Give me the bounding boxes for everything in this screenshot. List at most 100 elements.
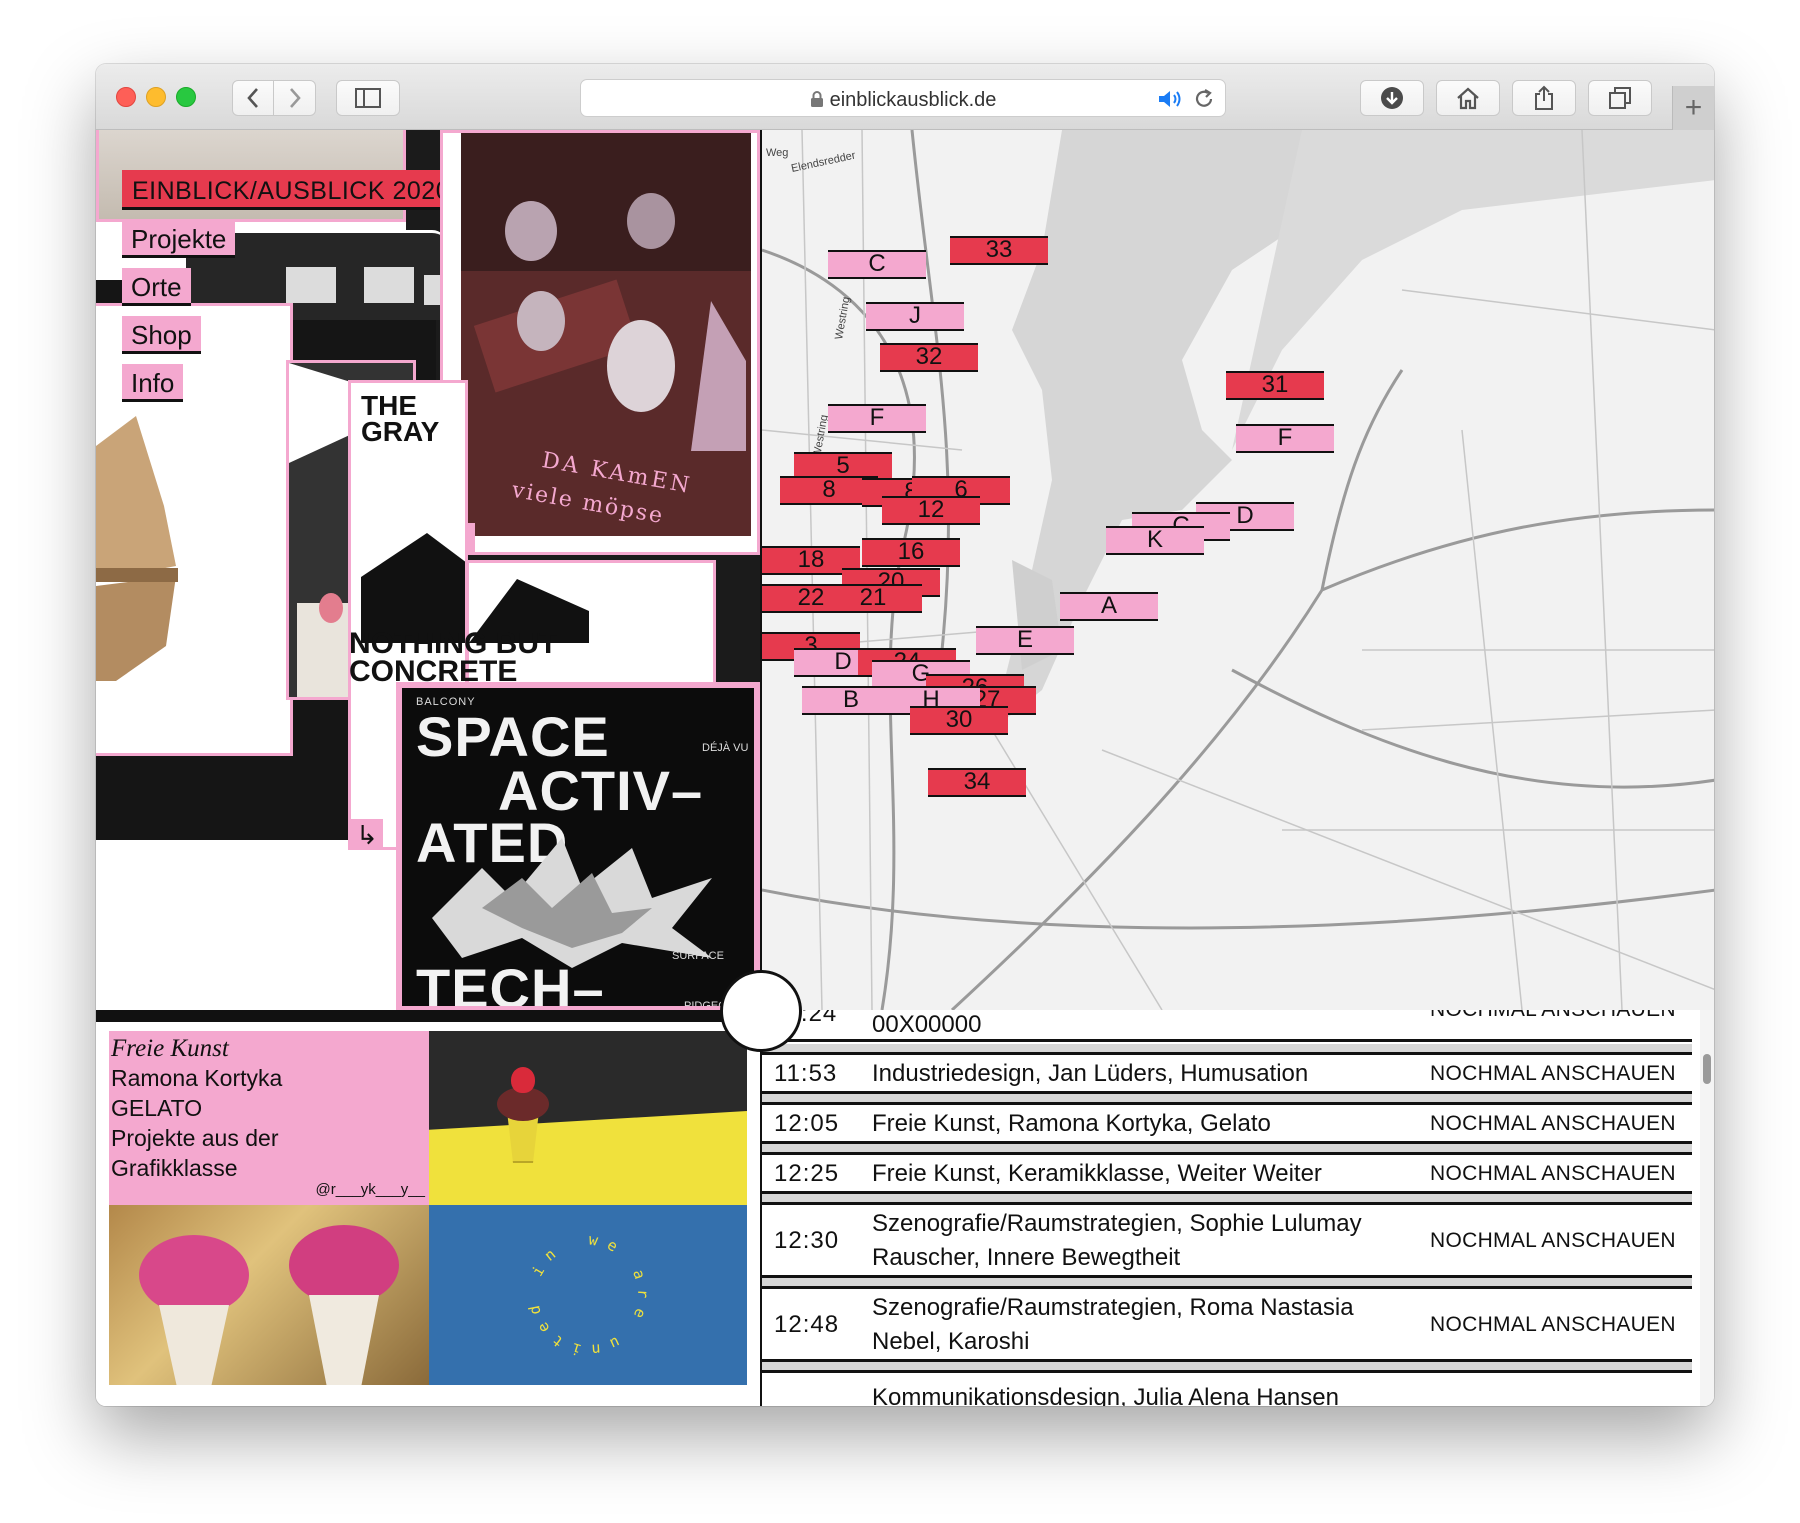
schedule-row[interactable]: 12:05 Freie Kunst, Ramona Kortyka, Gelat… — [762, 1102, 1692, 1144]
home-icon — [1457, 87, 1479, 110]
poster-figures-illustration — [505, 193, 746, 451]
poster-spiky-sculpture — [432, 838, 712, 968]
poster-space-line1: SPACE — [416, 705, 610, 768]
watch-again-link[interactable]: NOCHMAL ANSCHAUEN — [1430, 1313, 1676, 1337]
schedule-row[interactable]: 12:25 Freie Kunst, Keramikklasse, Weiter… — [762, 1152, 1692, 1194]
watch-again-link[interactable]: NOCHMAL ANSCHAUEN — [1430, 1229, 1676, 1253]
schedule-time: 11:53 — [774, 1060, 838, 1087]
map-marker-c[interactable]: C — [828, 250, 926, 279]
downloads-button[interactable] — [1360, 80, 1424, 116]
feature-category: Freie Kunst — [111, 1035, 229, 1062]
map-marker-a[interactable]: A — [1060, 592, 1158, 621]
schedule-time: 12:30 — [774, 1227, 840, 1254]
schedule-list: 11:24 00X00000 NOCHMAL ANSCHAUEN 11:53 I… — [760, 1010, 1700, 1406]
circle-text-graphic: we are united in ice — [420, 1191, 652, 1359]
map-marker-33[interactable]: 33 — [950, 236, 1048, 265]
feature-photo-icecream-pink — [109, 1205, 429, 1385]
share-button[interactable] — [1512, 80, 1576, 116]
map-marker-k[interactable]: K — [1106, 526, 1204, 555]
map-marker-21[interactable]: 21 — [824, 584, 922, 613]
new-tab-button[interactable]: + — [1672, 86, 1714, 130]
browser-toolbar: einblickausblick.de + — [96, 64, 1714, 130]
schedule-title: Freie Kunst, Keramikklasse, Weiter Weite… — [872, 1160, 1322, 1187]
feature-photo-icecream-yellow — [429, 1031, 747, 1205]
feature-subtitle-2: Grafikklasse — [111, 1155, 238, 1181]
map-marker-j[interactable]: J — [866, 302, 964, 331]
maximize-window-button[interactable] — [176, 87, 196, 107]
new-tab-icon: + — [1684, 91, 1703, 124]
url-label: einblickausblick.de — [829, 89, 997, 111]
watch-again-link[interactable]: NOCHMAL ANSCHAUEN — [1430, 1062, 1676, 1086]
reload-icon[interactable] — [1193, 88, 1215, 115]
project-collage: EINBLICK/AUSBLICK 2020 Projekte Orte Sho… — [96, 130, 760, 1010]
sidebar-button[interactable] — [336, 80, 400, 116]
schedule-scrollbar[interactable] — [1700, 1010, 1714, 1406]
map-marker-f[interactable]: F — [828, 404, 926, 433]
address-text[interactable]: einblickausblick.de — [581, 89, 1225, 114]
share-icon — [1535, 85, 1553, 110]
address-bar[interactable]: einblickausblick.de — [580, 79, 1226, 117]
feature-handle: @r___yk___y__ — [315, 1181, 425, 1198]
schedule-title: 00X00000 — [872, 1011, 982, 1038]
site-title[interactable]: EINBLICK/AUSBLICK 2020 — [122, 170, 461, 210]
sidebar-icon — [355, 88, 381, 108]
map-marker-32[interactable]: 32 — [880, 343, 978, 372]
close-window-button[interactable] — [116, 87, 136, 107]
map-marker-34[interactable]: 34 — [928, 768, 1026, 797]
forward-button[interactable] — [274, 80, 316, 116]
poster-space-line4: TECH– — [416, 957, 605, 1010]
poster-tag-dejavu: DÉJÀ VU — [702, 742, 749, 754]
split-handle[interactable] — [720, 970, 802, 1052]
map-marker-31[interactable]: 31 — [1226, 371, 1324, 400]
schedule-row[interactable]: 12:48 Szenografie/Raumstrategien, Roma N… — [762, 1286, 1692, 1362]
watch-again-link[interactable]: NOCHMAL ANSCHAUEN — [1430, 1162, 1676, 1186]
schedule-row[interactable]: 11:53 Industriedesign, Jan Lüders, Humus… — [762, 1052, 1692, 1094]
page-content: EINBLICK/AUSBLICK 2020 Projekte Orte Sho… — [96, 130, 1714, 1406]
schedule-row-partial[interactable]: Kommunikationsdesign, Julia Alena Hansen — [762, 1370, 1692, 1406]
circle-text: we are united in ice — [420, 1191, 643, 1359]
schedule-title: Kommunikationsdesign, Julia Alena Hansen — [872, 1384, 1339, 1406]
schedule-row[interactable]: 12:30 Szenografie/Raumstrategien, Sophie… — [762, 1202, 1692, 1278]
forward-icon — [289, 88, 301, 108]
feature-subtitle-1: Projekte aus der — [111, 1125, 279, 1151]
poster-space-line2: ACTIV– — [498, 759, 704, 822]
map-marker-e[interactable]: E — [976, 626, 1074, 655]
project-card-space-activated[interactable]: BALCONY DÉJÀ VU SPACE ACTIV– ATED SURFAC… — [396, 682, 760, 1010]
back-button[interactable] — [232, 80, 274, 116]
svg-text:we are united in ice: we are united in ice — [429, 1205, 652, 1359]
watch-again-link[interactable]: NOCHMAL ANSCHAUEN — [1430, 1112, 1676, 1136]
featured-project[interactable]: Freie Kunst Ramona Kortyka GELATO Projek… — [96, 1010, 760, 1406]
download-icon — [1381, 87, 1403, 109]
open-arrow-icon[interactable]: ↳ — [351, 819, 383, 847]
schedule-time: 12:25 — [774, 1160, 840, 1187]
browser-window: einblickausblick.de + EINBLICK/AUSBLICK … — [96, 64, 1714, 1406]
schedule-row-partial[interactable]: 11:24 00X00000 NOCHMAL ANSCHAUEN — [762, 1010, 1692, 1042]
map-marker-16[interactable]: 16 — [862, 538, 960, 567]
map-marker-30[interactable]: 30 — [910, 706, 1008, 735]
nav-projekte[interactable]: Projekte — [122, 220, 236, 258]
tabs-button[interactable] — [1588, 80, 1652, 116]
minimize-window-button[interactable] — [146, 87, 166, 107]
map-street-label: Weg — [766, 147, 788, 159]
map-marker-f[interactable]: F — [1236, 424, 1334, 453]
nav-orte[interactable]: Orte — [122, 268, 191, 306]
tabs-icon — [1609, 87, 1631, 109]
poster-tag-surface: SURFACE — [672, 950, 724, 962]
nav-info[interactable]: Info — [122, 364, 184, 402]
scrollbar-thumb[interactable] — [1703, 1054, 1711, 1084]
back-icon — [247, 88, 258, 108]
home-button[interactable] — [1436, 80, 1500, 116]
feature-work: GELATO — [111, 1095, 203, 1121]
map-marker-12[interactable]: 12 — [882, 496, 980, 525]
locations-map[interactable]: Elendsredder Westring Westring Weg 33 C J 3… — [760, 130, 1714, 1010]
feature-info-panel: Freie Kunst Ramona Kortyka GELATO Projek… — [109, 1031, 429, 1205]
nav-shop[interactable]: Shop — [122, 316, 201, 354]
feature-artist: Ramona Kortyka — [111, 1065, 283, 1091]
speaker-icon[interactable] — [1157, 88, 1185, 115]
watch-again-link[interactable]: NOCHMAL ANSCHAUEN — [1430, 1010, 1676, 1022]
lock-icon — [810, 91, 824, 114]
schedule-title: Szenografie/Raumstrategien, Roma Nastasi… — [872, 1294, 1354, 1355]
project-card-moepse[interactable]: DA KAmEN viele möpse ↳ — [440, 130, 760, 555]
poster-gray-line2: GRAY — [361, 416, 440, 447]
schedule-title: Szenografie/Raumstrategien, Sophie Lulum… — [872, 1210, 1362, 1271]
